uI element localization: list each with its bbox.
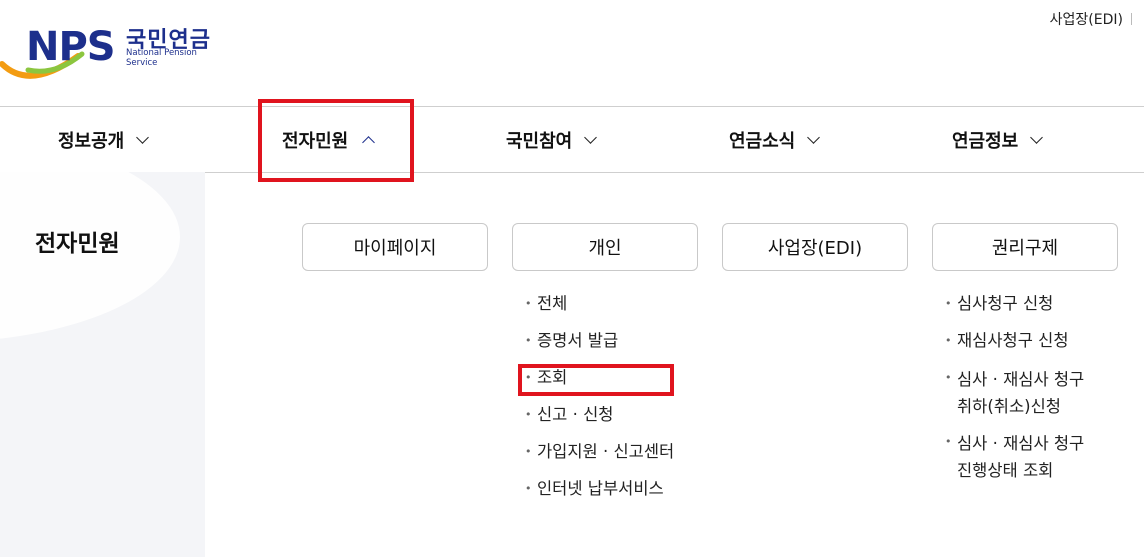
list-item-label-line2: 진행상태 조회 [957,461,1054,480]
nps-logo[interactable]: NPS 국민연금 National Pension Service [0,18,230,86]
list-item-label: 심사 · 재심사 청구 [957,370,1085,389]
highlight-box-inquiry [518,364,674,396]
personal-menu-list: 전체 증명서 발급 조회 신고 · 신청 가입지원 · 신고센터 인터넷 납부서… [525,292,674,514]
list-item[interactable]: 증명서 발급 [525,329,674,366]
list-item-label: 심사 · 재심사 청구 [957,434,1085,453]
chevron-down-icon [136,130,150,144]
gnb-item-pension-news[interactable]: 연금소식 [729,107,821,172]
chevron-down-icon [584,130,598,144]
list-item-label: 심사청구 신청 [957,294,1054,313]
list-item-label: 증명서 발급 [537,331,619,350]
highlight-box-gnb [258,99,414,182]
category-button-business-edi[interactable]: 사업장(EDI) [722,223,908,271]
list-item[interactable]: 재심사청구 신청 [945,329,1084,366]
submenu-side-panel: 전자민원 [0,172,205,557]
divider [1131,13,1132,25]
global-nav: 정보공개 전자민원 국민참여 연금소식 연금정보 [0,106,1144,173]
list-item[interactable]: 심사 · 재심사 청구 취하(취소)신청 [945,366,1084,430]
list-item[interactable]: 전체 [525,292,674,329]
list-item[interactable]: 심사 · 재심사 청구 진행상태 조회 [945,430,1084,494]
list-item[interactable]: 신고 · 신청 [525,403,674,440]
gnb-label: 연금소식 [729,130,796,152]
gnb-label: 국민참여 [506,130,573,152]
list-item[interactable]: 가입지원 · 신고센터 [525,440,674,477]
header: NPS 국민연금 National Pension Service 사업장(ED… [0,0,1144,106]
list-item-label-line2: 취하(취소)신청 [957,397,1061,416]
submenu-section-title: 전자민원 [35,231,120,257]
list-item-label: 전체 [537,294,568,313]
chevron-down-icon [807,130,821,144]
category-button-mypage[interactable]: 마이페이지 [302,223,488,271]
gnb-label: 연금정보 [952,130,1019,152]
list-item-label: 인터넷 납부서비스 [537,479,664,498]
list-item-label: 재심사청구 신청 [957,331,1069,350]
edi-link[interactable]: 사업장(EDI) [1050,12,1123,28]
list-item[interactable]: 심사청구 신청 [945,292,1084,329]
logo-name-english: National Pension Service [126,48,197,68]
gnb-item-info-disclosure[interactable]: 정보공개 [58,107,150,172]
gnb-label: 정보공개 [58,130,125,152]
list-item-label: 가입지원 · 신고센터 [537,442,675,461]
rights-relief-menu-list: 심사청구 신청 재심사청구 신청 심사 · 재심사 청구 취하(취소)신청 심사… [945,292,1084,494]
list-item[interactable]: 인터넷 납부서비스 [525,477,674,514]
list-item-label: 신고 · 신청 [537,405,614,424]
logo-mark: NPS [26,24,116,70]
category-button-personal[interactable]: 개인 [512,223,698,271]
chevron-down-icon [1030,130,1044,144]
gnb-item-pension-info[interactable]: 연금정보 [952,107,1044,172]
gnb-item-participation[interactable]: 국민참여 [506,107,598,172]
category-button-rights-relief[interactable]: 권리구제 [932,223,1118,271]
utility-nav: 사업장(EDI) [1050,9,1132,29]
